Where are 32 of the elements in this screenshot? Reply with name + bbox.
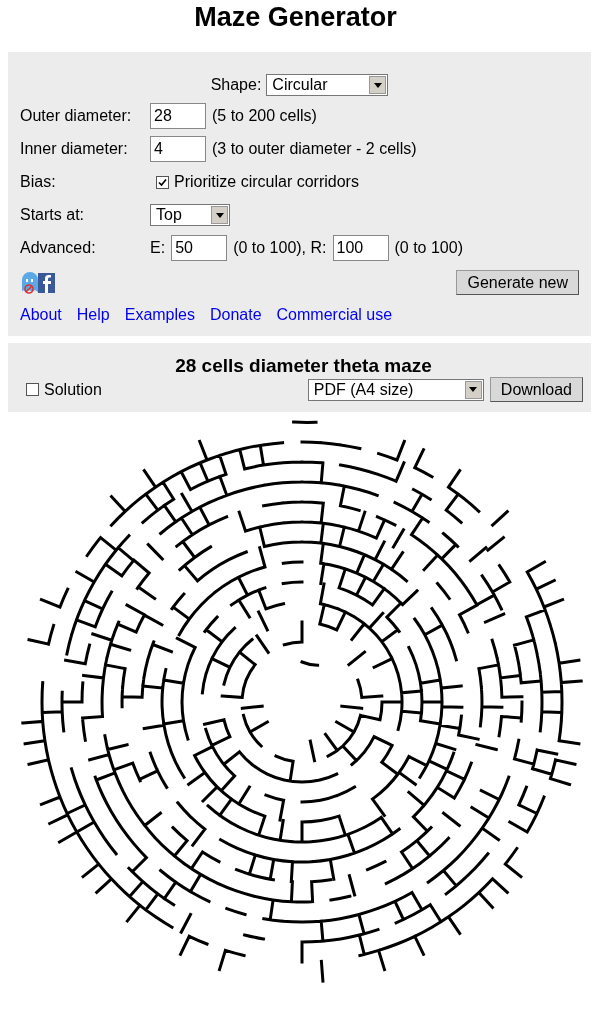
e-field[interactable]: 50	[171, 235, 228, 261]
nav-link[interactable]: Commercial use	[276, 306, 393, 324]
field-label: Inner diameter:	[20, 140, 129, 158]
checkbox-label: Solution	[44, 380, 102, 399]
inner-diameter-field[interactable]: 4	[150, 136, 206, 162]
checkbox[interactable]	[26, 383, 39, 396]
maze-title: 28 cells diameter theta maze	[174, 355, 433, 377]
hint-text: (0 to 100)	[394, 239, 463, 257]
nav-link[interactable]: Help	[76, 306, 110, 324]
r-field[interactable]: 100	[332, 235, 389, 261]
format-select[interactable]: PDF (A4 size)	[307, 378, 484, 401]
generate-new-button[interactable]: Generate new	[456, 270, 579, 295]
hint-text: (0 to 100), R:	[233, 239, 327, 257]
social-icons-drawing[interactable]	[20, 271, 56, 294]
hint-text: (3 to outer diameter - 2 cells)	[212, 140, 417, 158]
field-label: E:	[150, 239, 166, 257]
field-label: Shape:	[210, 76, 262, 94]
field-label: Bias:	[20, 173, 57, 191]
nav-link[interactable]: Examples	[124, 306, 195, 324]
field-label: Outer diameter:	[20, 107, 133, 125]
field-label: Starts at:	[20, 206, 86, 224]
page-title: Maze Generator	[193, 1, 398, 34]
checkbox[interactable]	[156, 175, 169, 189]
nav-link[interactable]: About	[20, 306, 62, 324]
hint-text: (5 to 200 cells)	[212, 107, 317, 125]
nav-link[interactable]: Donate	[209, 306, 262, 324]
starts-at-select[interactable]: Top	[150, 204, 230, 226]
checkbox-label: Prioritize circular corridors	[174, 173, 359, 191]
field-label: Advanced:	[20, 239, 97, 257]
outer-diameter-field[interactable]: 28	[150, 103, 206, 129]
shape-select[interactable]: Circular	[266, 74, 389, 96]
download-button[interactable]: Download	[489, 377, 583, 402]
